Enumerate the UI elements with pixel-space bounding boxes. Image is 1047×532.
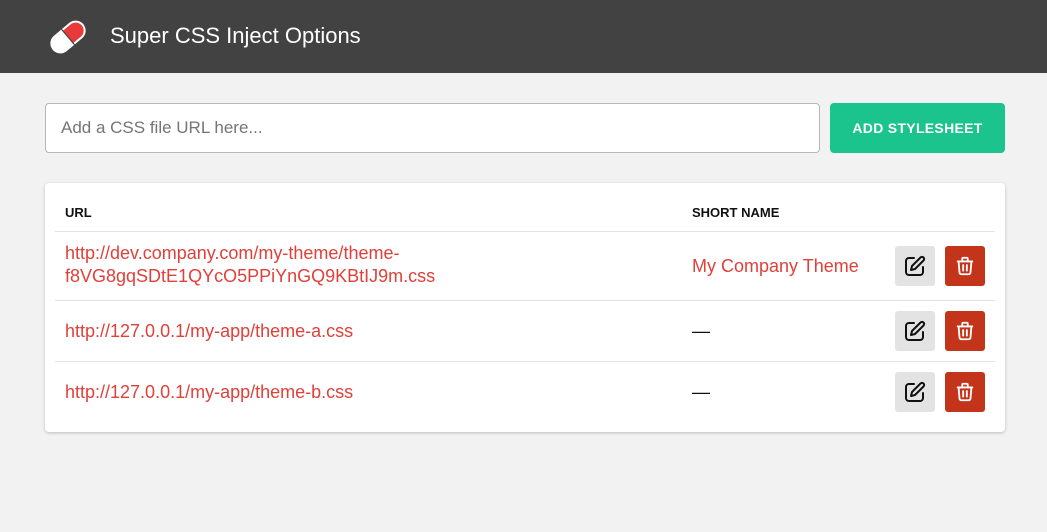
delete-button[interactable] xyxy=(945,311,985,351)
stylesheets-table: URL SHORT NAME http://dev.company.com/my… xyxy=(45,183,1005,432)
edit-icon xyxy=(905,255,926,276)
edit-button[interactable] xyxy=(895,246,935,286)
url-line: f8VG8gqSDtE1QYcO5PPiYnGQ9KBtIJ9m.css xyxy=(65,266,436,286)
divider xyxy=(55,300,995,301)
delete-button[interactable] xyxy=(945,246,985,286)
delete-button[interactable] xyxy=(945,372,985,412)
url-line: http://dev.company.com/my-theme/theme- xyxy=(65,243,400,263)
short-name: — xyxy=(692,382,710,402)
short-name: My Company Theme xyxy=(692,256,859,276)
divider xyxy=(55,361,995,362)
trash-icon xyxy=(956,321,974,341)
short-name: — xyxy=(692,321,710,341)
edit-button[interactable] xyxy=(895,372,935,412)
divider xyxy=(55,231,995,232)
trash-icon xyxy=(956,256,974,276)
stylesheet-url-link[interactable]: http://dev.company.com/my-theme/theme- f… xyxy=(65,242,665,288)
url-column-header: URL xyxy=(65,205,92,220)
app-header: Super CSS Inject Options xyxy=(0,0,1047,73)
add-stylesheet-button[interactable]: ADD STYLESHEET xyxy=(830,103,1005,153)
short-name-column-header: SHORT NAME xyxy=(692,205,780,220)
css-url-input[interactable] xyxy=(45,103,820,153)
stylesheet-url-link[interactable]: http://127.0.0.1/my-app/theme-a.css xyxy=(65,320,665,343)
pill-icon xyxy=(50,20,86,54)
edit-icon xyxy=(905,320,926,341)
edit-button[interactable] xyxy=(895,311,935,351)
stylesheet-url-link[interactable]: http://127.0.0.1/my-app/theme-b.css xyxy=(65,381,665,404)
edit-icon xyxy=(905,381,926,402)
trash-icon xyxy=(956,382,974,402)
app-title: Super CSS Inject Options xyxy=(110,23,361,48)
